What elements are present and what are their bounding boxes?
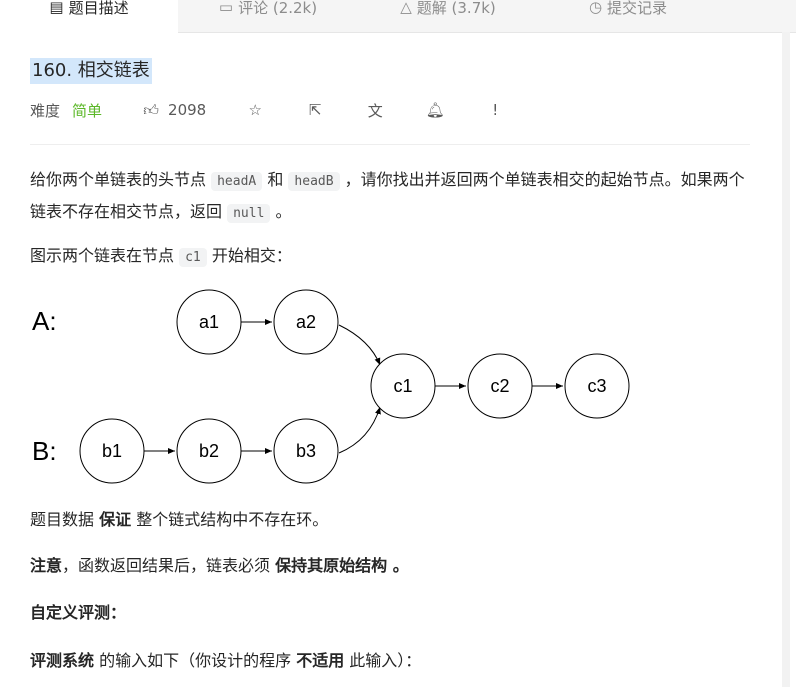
comment-icon: ▭ [218, 0, 234, 16]
custom-judge-heading: 自定义评测： [30, 603, 127, 622]
svg-text:c2: c2 [490, 376, 509, 396]
feedback-icon[interactable]: ! [486, 101, 504, 119]
svg-text:c3: c3 [587, 376, 606, 396]
like-count: 2098 [168, 101, 207, 119]
difficulty-badge: 简单 [72, 101, 103, 120]
problem-title: 160. 相交链表 [30, 58, 152, 84]
tab-solutions[interactable]: △ 题解 (3.7k) [358, 0, 538, 32]
linked-list-diagram: A: B: a1 a2 b1 b2 b3 c1 c2 c3 [32, 289, 630, 484]
description-icon: ▤ [49, 0, 64, 16]
translate-icon[interactable]: 文 [366, 101, 384, 120]
star-icon[interactable]: ☆ [246, 101, 264, 119]
label-a: A: [32, 306, 57, 336]
svg-text:a2: a2 [296, 312, 316, 332]
divider [30, 144, 750, 145]
guarantee-paragraph: 题目数据 保证 整个链式结构中不存在环。 [30, 510, 329, 529]
svg-text:b3: b3 [296, 441, 316, 461]
diagram-caption: 图示两个链表在节点 c1 开始相交： [30, 246, 292, 267]
svg-text:a1: a1 [199, 312, 219, 332]
svg-text:c1: c1 [393, 376, 412, 396]
tab-comments[interactable]: ▭ 评论 (2.2k) [178, 0, 358, 32]
svg-text:b1: b1 [102, 441, 122, 461]
label-b: B: [32, 436, 57, 466]
note-paragraph: 注意，函数返回结果后，链表必须 保持其原始结构 。 [30, 556, 409, 575]
problem-meta: 难度 简单 👍︎ 2098 ☆ ⇱ 文 🔔︎ ! [30, 99, 504, 121]
difficulty-label: 难度 [30, 101, 61, 120]
tab-bar: ▤ 题目描述 ▭ 评论 (2.2k) △ 题解 (3.7k) ◷ 提交记录 [0, 0, 796, 33]
bell-icon[interactable]: 🔔︎ [426, 101, 445, 119]
description-paragraph: 给你两个单链表的头节点 headA 和 headB ，请你找出并返回两个单链表相… [30, 170, 745, 223]
judge-input-paragraph: 评测系统 的输入如下（你设计的程序 不适用 此输入）： [30, 651, 422, 670]
flask-icon: △ [400, 0, 412, 16]
clock-icon: ◷ [588, 0, 603, 16]
tab-submissions[interactable]: ◷ 提交记录 [538, 0, 718, 32]
tab-description[interactable]: ▤ 题目描述 [0, 0, 178, 33]
like-button[interactable]: 👍︎ [142, 101, 160, 119]
share-icon[interactable]: ⇱ [306, 101, 324, 119]
svg-text:b2: b2 [199, 441, 219, 461]
scrollbar[interactable] [782, 32, 790, 687]
